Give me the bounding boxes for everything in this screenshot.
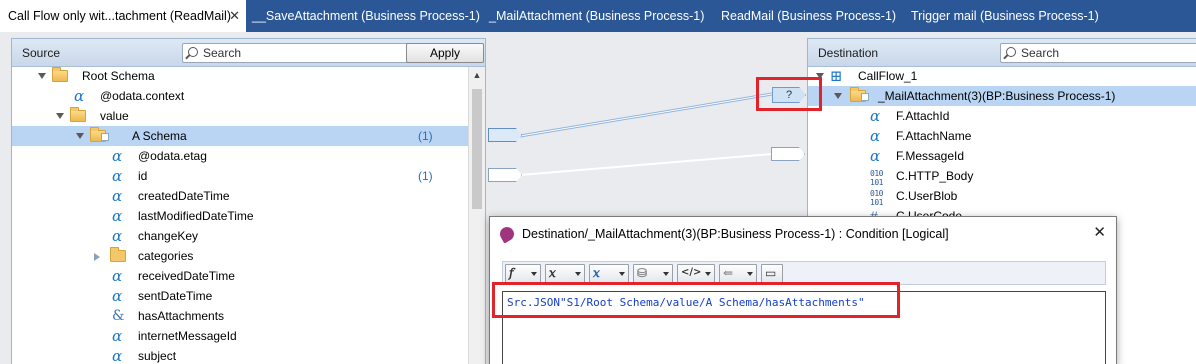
mapping-line: [519, 153, 773, 176]
chevron-down-icon: [531, 272, 537, 276]
variable-button[interactable]: 𝑥: [545, 264, 585, 283]
chevron-down-icon: [747, 272, 753, 276]
function-icon: 𝑓: [509, 266, 514, 280]
source-field-icon: 𝑥: [593, 266, 600, 280]
destination-connector[interactable]: [771, 147, 805, 161]
code-icon: </>: [681, 267, 702, 278]
chevron-down-icon: [663, 272, 669, 276]
source-connector-id[interactable]: [488, 168, 522, 182]
function-button[interactable]: 𝑓: [505, 264, 541, 283]
highlight-box-expression: [492, 282, 900, 318]
insert-button[interactable]: ⇐: [719, 264, 757, 283]
source-connector-a-schema[interactable]: [488, 128, 522, 142]
database-button[interactable]: ⛁: [633, 264, 673, 283]
chevron-down-icon: [619, 272, 625, 276]
source-field-button[interactable]: 𝑥: [589, 264, 629, 283]
open-folder-button[interactable]: ▭: [761, 264, 783, 283]
close-icon[interactable]: ✕: [1093, 223, 1106, 241]
dialog-title: Destination/_MailAttachment(3)(BP:Busine…: [522, 227, 949, 241]
chevron-down-icon: [575, 272, 581, 276]
insert-icon: ⇐: [723, 266, 734, 280]
database-icon: ⛁: [637, 266, 648, 280]
mapping-line-selected-core: [519, 93, 773, 137]
chevron-down-icon: [705, 272, 711, 276]
app-logo-icon: [497, 224, 517, 244]
folder-icon: ▭: [765, 266, 777, 280]
variable-x-icon: 𝑥: [549, 266, 556, 280]
code-button[interactable]: </>: [677, 264, 715, 283]
highlight-box-connector: [756, 77, 822, 111]
